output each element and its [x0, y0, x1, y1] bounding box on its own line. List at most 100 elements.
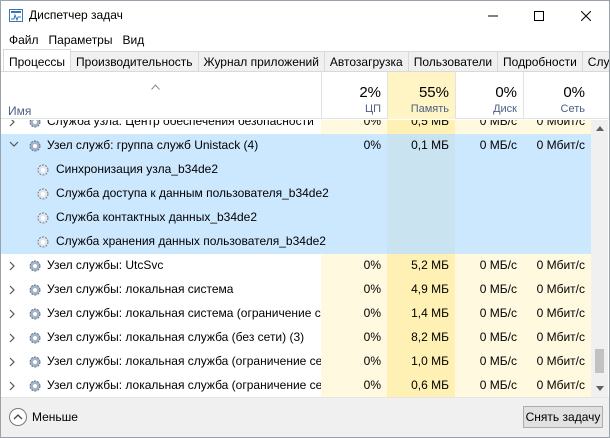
task-manager-icon — [9, 9, 23, 22]
memory-value: 0,1 МБ — [387, 134, 455, 158]
memory-value: 0,5 МБ — [387, 120, 455, 134]
chevron-right-icon[interactable] — [9, 333, 15, 343]
network-value: 0 Мбит/с — [523, 254, 591, 278]
tab-users[interactable]: Пользователи — [407, 51, 499, 71]
service-row[interactable]: Служба контактных данных_b34de2 — [1, 206, 591, 230]
service-gear-icon — [37, 164, 49, 176]
service-name: Служба контактных данных_b34de2 — [56, 210, 258, 224]
column-header-network[interactable]: 0% Сеть — [523, 72, 591, 119]
disk-value: 0 МБ/с — [479, 138, 517, 152]
gear-icon — [29, 260, 41, 272]
service-row[interactable]: Служба доступа к данным пользователя_b34… — [1, 182, 591, 206]
collapse-button[interactable] — [9, 408, 27, 426]
close-icon — [581, 11, 591, 21]
disk-label: Диск — [493, 103, 517, 115]
memory-cell — [387, 182, 455, 206]
minimize-icon — [488, 15, 498, 17]
scroll-up-button[interactable] — [591, 120, 608, 137]
service-name: Синхронизация узла_b34de2 — [56, 162, 219, 176]
network-value: 0 Мбит/с — [523, 302, 591, 326]
close-button[interactable] — [563, 1, 609, 31]
chevron-right-icon[interactable] — [9, 381, 15, 391]
scroll-down-button[interactable] — [591, 380, 608, 397]
chevron-right-icon[interactable] — [9, 309, 15, 319]
gear-icon — [29, 356, 41, 368]
network-value: 0 Мбит/с — [523, 350, 591, 374]
column-header-memory[interactable]: 55% Память — [387, 72, 455, 119]
table-row[interactable]: Узел службы: локальная служба (ограничен… — [1, 374, 591, 397]
memory-value: 0,6 МБ — [387, 374, 455, 397]
service-gear-icon — [37, 188, 49, 200]
process-name: Узел службы: локальная служба (без сети)… — [47, 330, 305, 344]
memory-value: 8,2 МБ — [387, 326, 455, 350]
network-value: 0 Мбит/с — [523, 326, 591, 350]
disk-value: 0 МБ/с — [455, 254, 523, 278]
chevron-right-icon[interactable] — [9, 120, 15, 127]
chevron-right-icon[interactable] — [9, 357, 15, 367]
sort-up-icon[interactable] — [151, 84, 160, 90]
minimize-button[interactable] — [470, 1, 516, 31]
gear-icon — [29, 140, 41, 152]
chevron-down-icon[interactable] — [9, 141, 19, 147]
caret-up-icon — [595, 126, 604, 131]
table-row[interactable]: Служба узла: Центр обеспечения безопасно… — [1, 120, 591, 134]
tab-details[interactable]: Подробности — [497, 51, 583, 71]
network-value: 0 Мбит/с — [523, 120, 591, 134]
disk-value: 0 МБ/с — [455, 302, 523, 326]
menu-options[interactable]: Параметры — [44, 31, 118, 50]
maximize-button[interactable] — [516, 1, 562, 31]
cpu-value: 0% — [363, 138, 381, 152]
cpu-value: 0% — [321, 302, 387, 326]
end-task-button[interactable]: Снять задачу — [523, 406, 603, 428]
tab-startup[interactable]: Автозагрузка — [323, 51, 409, 71]
window-title: Диспетчер задач — [29, 8, 123, 22]
service-row[interactable]: Синхронизация узла_b34de2 — [1, 158, 591, 182]
chevron-right-icon[interactable] — [9, 285, 15, 295]
memory-value: 1,4 МБ — [387, 302, 455, 326]
title-bar[interactable]: Диспетчер задач — [1, 1, 609, 31]
table-row-selected[interactable]: Узел служб: группа служб Unistack (4) 0%… — [1, 134, 591, 158]
memory-total: 55% — [418, 84, 449, 101]
service-gear-icon — [37, 212, 49, 224]
memory-cell — [387, 158, 455, 182]
column-header-cpu[interactable]: 2% ЦП — [321, 72, 387, 119]
menu-file[interactable]: Файл — [4, 31, 44, 50]
table-row[interactable]: Узел службы: локальная служба (ограничен… — [1, 350, 591, 374]
process-name: Узел служб: группа служб Unistack (4) — [47, 138, 259, 152]
process-name: Узел службы: UtcSvc — [47, 258, 164, 272]
column-header-disk[interactable]: 0% Диск — [455, 72, 523, 119]
tab-services[interactable]: Службы — [581, 51, 609, 71]
scrollbar-thumb[interactable] — [595, 349, 604, 373]
menu-bar: Файл Параметры Вид — [1, 31, 609, 50]
memory-cell — [387, 230, 455, 254]
process-name: Узел службы: локальная система (ограниче… — [47, 306, 342, 320]
table-row[interactable]: Узел службы: локальная служба (без сети)… — [1, 326, 591, 350]
network-total: 0% — [563, 84, 585, 101]
disk-total: 0% — [495, 84, 517, 101]
network-value: 0 Мбит/с — [523, 374, 591, 397]
table-row[interactable]: Узел службы: локальная система 0% 4,9 МБ… — [1, 278, 591, 302]
column-header-name[interactable]: Имя — [8, 104, 31, 118]
maximize-icon — [534, 11, 544, 21]
memory-value: 5,2 МБ — [387, 254, 455, 278]
process-name: Узел службы: локальная служба (ограничен… — [47, 354, 339, 368]
chevron-right-icon[interactable] — [9, 261, 15, 271]
process-rows: Служба узла: Центр обеспечения безопасно… — [1, 120, 591, 397]
table-row[interactable]: Узел службы: UtcSvc 0% 5,2 МБ 0 МБ/с 0 М… — [1, 254, 591, 278]
tab-app-history[interactable]: Журнал приложений — [197, 51, 325, 71]
process-name: Узел службы: локальная система — [47, 282, 234, 296]
memory-label: Память — [410, 103, 449, 115]
footer: Меньше Снять задачу — [1, 397, 609, 437]
table-row[interactable]: Узел службы: локальная система (ограниче… — [1, 302, 591, 326]
tab-processes[interactable]: Процессы — [3, 49, 72, 71]
process-name: Узел службы: локальная служба (ограничен… — [47, 378, 339, 392]
tab-performance[interactable]: Производительность — [70, 51, 199, 71]
menu-view[interactable]: Вид — [117, 31, 149, 50]
fewer-details-link[interactable]: Меньше — [32, 410, 78, 424]
gear-icon — [29, 120, 41, 128]
gear-icon — [29, 284, 41, 296]
vertical-scrollbar[interactable] — [591, 120, 608, 397]
cpu-value: 0% — [321, 350, 387, 374]
memory-value: 1,0 МБ — [387, 350, 455, 374]
service-row[interactable]: Служба хранения данных пользователя_b34d… — [1, 230, 591, 254]
